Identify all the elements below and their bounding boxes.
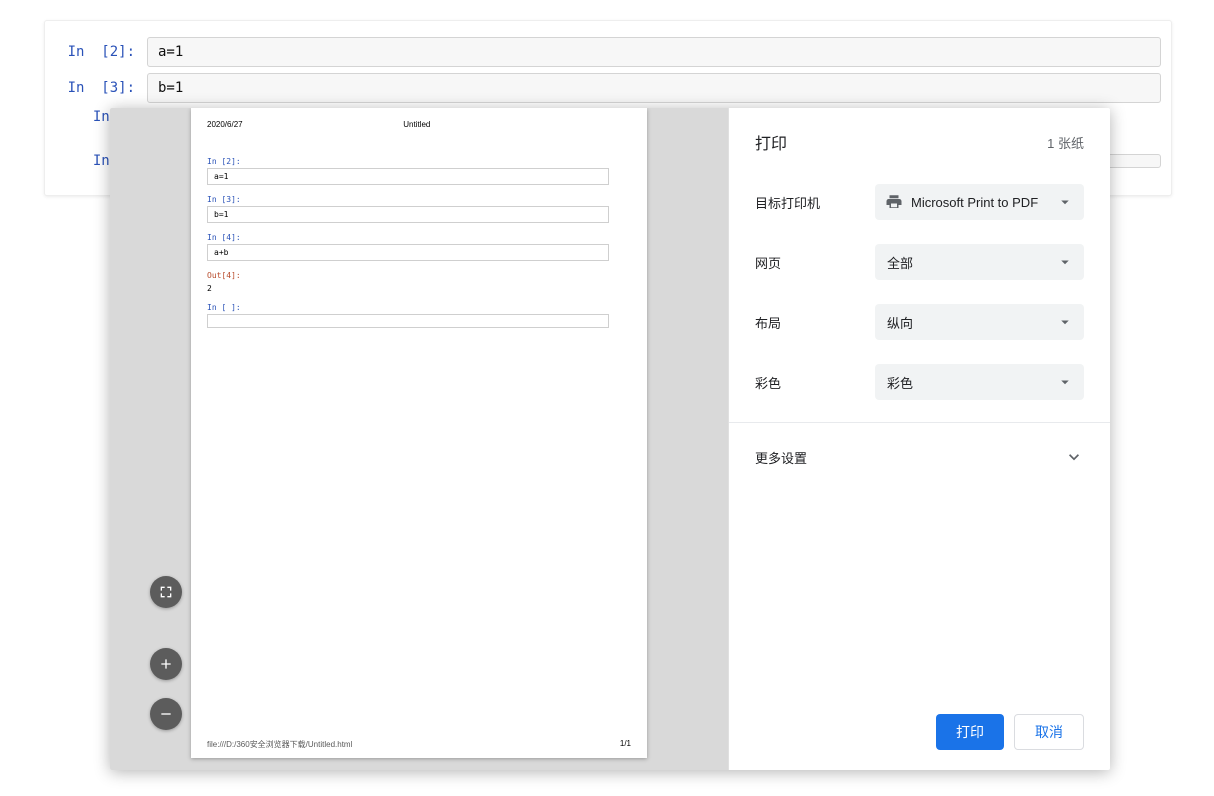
preview-date: 2020/6/27	[207, 120, 243, 129]
layout-label: 布局	[755, 313, 875, 332]
chevron-down-icon	[1056, 373, 1074, 391]
pages-label: 网页	[755, 253, 875, 272]
zoom-in-button[interactable]	[150, 648, 182, 680]
preview-title: Untitled	[403, 120, 430, 129]
preview-cell-prompt: In [3]:	[207, 195, 631, 204]
layout-select[interactable]: 纵向	[875, 304, 1084, 340]
preview-out-value: 2	[207, 284, 631, 293]
print-dialog: 2020/6/27 Untitled In [2]: a=1 In [3]: b…	[110, 108, 1110, 770]
print-title: 打印	[755, 130, 787, 154]
more-settings-label: 更多设置	[755, 448, 807, 467]
preview-cell-code: b=1	[207, 206, 609, 223]
chevron-down-icon	[1056, 193, 1074, 211]
preview-out-prompt: Out[4]:	[207, 271, 631, 280]
chevron-down-icon	[1064, 447, 1084, 467]
destination-value: Microsoft Print to PDF	[911, 195, 1038, 210]
print-settings-pane: 打印 1 张纸 目标打印机 Microsoft Print to PDF 网页 …	[728, 108, 1110, 770]
cell-prompt: In [2]:	[55, 44, 147, 60]
printer-icon	[885, 193, 903, 211]
preview-cell-prompt: In [2]:	[207, 157, 631, 166]
plus-icon	[158, 656, 174, 672]
chevron-down-icon	[1056, 313, 1074, 331]
minus-icon	[158, 706, 174, 722]
pages-select[interactable]: 全部	[875, 244, 1084, 280]
destination-label: 目标打印机	[755, 193, 875, 212]
chevron-down-icon	[1056, 253, 1074, 271]
color-label: 彩色	[755, 373, 875, 392]
preview-cell-code: a=1	[207, 168, 609, 185]
preview-cell-prompt: In [ ]:	[207, 303, 631, 312]
preview-cell-code: a+b	[207, 244, 609, 261]
print-preview-pane: 2020/6/27 Untitled In [2]: a=1 In [3]: b…	[110, 108, 728, 770]
preview-page: 2020/6/27 Untitled In [2]: a=1 In [3]: b…	[191, 108, 647, 758]
preview-page-number: 1/1	[620, 739, 631, 750]
preview-cell-code	[207, 314, 609, 328]
color-select[interactable]: 彩色	[875, 364, 1084, 400]
pages-value: 全部	[887, 253, 913, 272]
cell-input[interactable]: a=1	[147, 37, 1161, 67]
fit-to-page-button[interactable]	[150, 576, 182, 608]
cell-input[interactable]: b=1	[147, 73, 1161, 103]
sheet-count: 1 张纸	[1047, 133, 1084, 152]
cancel-button[interactable]: 取消	[1014, 714, 1084, 750]
preview-filepath: file:///D:/360安全浏览器下载/Untitled.html	[207, 739, 352, 750]
preview-cell-prompt: In [4]:	[207, 233, 631, 242]
color-value: 彩色	[887, 373, 913, 392]
print-button[interactable]: 打印	[936, 714, 1004, 750]
zoom-out-button[interactable]	[150, 698, 182, 730]
layout-value: 纵向	[887, 313, 913, 332]
more-settings-toggle[interactable]: 更多设置	[729, 422, 1110, 491]
fullscreen-icon	[158, 584, 174, 600]
destination-select[interactable]: Microsoft Print to PDF	[875, 184, 1084, 220]
cell-prompt: In [3]:	[55, 80, 147, 96]
